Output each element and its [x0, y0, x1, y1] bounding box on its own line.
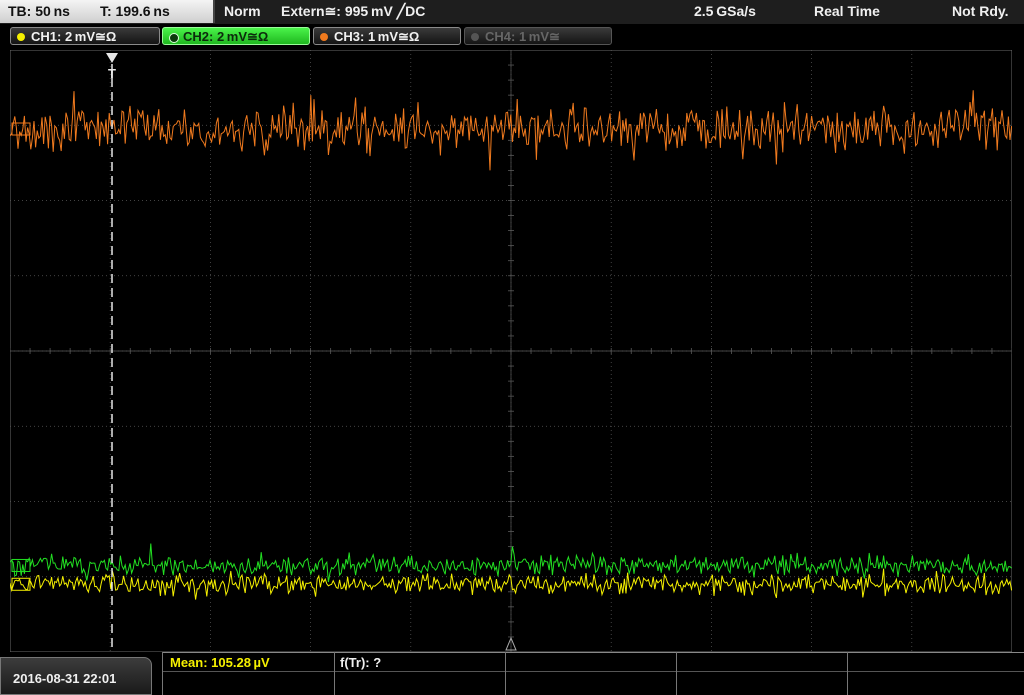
datetime-panel: 2016-08-31 22:01: [0, 657, 152, 695]
ch4-button[interactable]: CH4: 1 mV≅: [464, 27, 612, 45]
trigger-mode-label[interactable]: Norm: [224, 3, 261, 19]
timebase-label: TB: 50 ns: [8, 3, 70, 19]
ch2-button[interactable]: CH2: 2 mV≅Ω: [162, 27, 310, 45]
ch2-color-dot-icon: [169, 33, 179, 43]
measurement-divider-1: [162, 652, 163, 695]
ch1-button[interactable]: CH1: 2 mV≅Ω: [10, 27, 160, 45]
channel-bar: CH1: 2 mV≅Ω CH2: 2 mV≅Ω CH3: 1 mV≅Ω CH4:…: [0, 24, 1024, 50]
waveform-display[interactable]: T: [10, 50, 1012, 652]
ch3-color-dot-icon: [320, 33, 328, 41]
ch4-color-dot-icon: [471, 33, 479, 41]
measurement-divider-5: [847, 652, 848, 695]
ch3-label: CH3: 1 mV≅Ω: [334, 29, 420, 44]
trigger-time-label: T: 199.6 ns: [100, 3, 170, 19]
datetime-label: 2016-08-31 22:01: [13, 671, 117, 686]
timebase-panel[interactable]: TB: 50 ns T: 199.6 ns: [0, 0, 215, 23]
rise-frequency-measurement[interactable]: f(Tr): ?: [340, 655, 381, 670]
measurement-divider-3: [505, 652, 506, 695]
ch1-color-dot-icon: [17, 33, 25, 41]
status-bar: TB: 50 ns T: 199.6 ns Norm Extern≅: 995 …: [0, 0, 1024, 24]
measurement-divider-2: [334, 652, 335, 695]
ready-state-label: Not Rdy.: [952, 3, 1009, 19]
ch1-label: CH1: 2 mV≅Ω: [31, 29, 117, 44]
acquisition-mode-label[interactable]: Real Time: [814, 3, 880, 19]
trigger-source-label[interactable]: Extern≅: 995 mV ╱DC: [281, 3, 425, 20]
trigger-marker-label: T: [108, 66, 116, 81]
measurement-divider-4: [676, 652, 677, 695]
mean-measurement[interactable]: Mean: 105.28 µV: [170, 655, 270, 670]
ch2-label: CH2: 2 mV≅Ω: [183, 29, 269, 44]
ch4-label: CH4: 1 mV≅: [485, 29, 560, 44]
measurement-row: [162, 652, 1024, 672]
ch3-button[interactable]: CH3: 1 mV≅Ω: [313, 27, 461, 45]
sample-rate-label[interactable]: 2.5 GSa/s: [694, 3, 756, 19]
